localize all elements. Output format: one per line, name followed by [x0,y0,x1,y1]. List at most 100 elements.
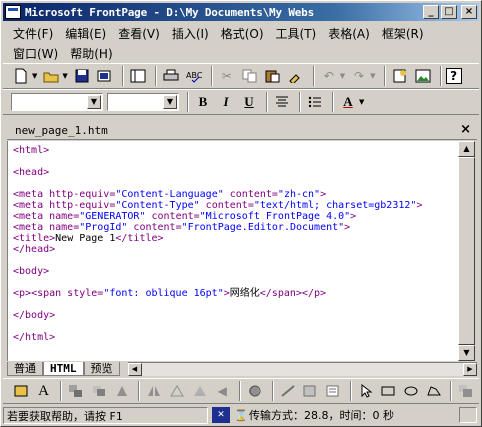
oval-icon[interactable] [401,381,421,401]
open-icon[interactable] [41,66,61,86]
close-document-icon[interactable]: × [460,122,471,137]
scroll-left-icon[interactable]: ◀ [127,363,142,376]
separator [332,92,334,112]
flip-icon[interactable] [144,381,164,401]
view-tabs: 普通 HTML 预览 ◀ ▶ [7,361,477,376]
status-transfer-text: 传输方式：28.8，时间：0 秒 [249,409,394,422]
style-combo[interactable]: ▼ [11,93,103,111]
rotate-icon[interactable] [112,381,132,401]
frontpage-app-icon[interactable] [5,5,21,19]
separator [439,66,442,86]
save-icon[interactable] [72,66,92,86]
wordart-icon[interactable]: A [34,381,54,401]
code-line: <html> [13,145,50,156]
scroll-up-icon[interactable]: ▲ [458,141,475,157]
menu-help[interactable]: 帮助(H) [64,45,118,62]
menu-row-1: 文件(F) 编辑(E) 查看(V) 插入(I) 格式(O) 工具(T) 表格(A… [7,23,477,43]
bold-button[interactable]: B [193,92,213,112]
new-dropdown-icon[interactable]: ▼ [32,72,37,80]
open-dropdown-icon[interactable]: ▼ [62,72,67,80]
tab-html[interactable]: HTML [43,362,84,376]
font-color-button[interactable]: A [338,92,358,112]
menu-edit[interactable]: 编辑(E) [59,25,112,42]
print-icon[interactable] [161,66,181,86]
separator [154,66,157,86]
new-icon[interactable] [11,66,31,86]
separator [60,381,63,401]
undo-dropdown-icon[interactable]: ▼ [340,72,345,80]
vertical-scrollbar[interactable]: ▲ ▼ [458,141,475,361]
underline-button[interactable]: U [239,92,259,112]
status-help-text: 若要获取帮助，请按 F1 [3,406,208,424]
title-bar[interactable]: Microsoft FrontPage - D:\My Documents\My… [3,3,479,21]
font-color-dropdown-icon[interactable]: ▼ [359,98,364,106]
line-icon[interactable] [278,381,298,401]
freeform-icon[interactable] [424,381,444,401]
font-combo[interactable]: ▼ [107,93,179,111]
arrow-left-icon[interactable]: ◀ [212,381,232,401]
close-button[interactable]: × [461,5,477,19]
menu-view[interactable]: 查看(V) [112,25,166,42]
separator [450,381,453,401]
menu-window[interactable]: 窗口(W) [7,45,64,62]
text-box-icon[interactable] [323,381,343,401]
chevron-down-icon[interactable]: ▼ [163,95,177,109]
rectangle-icon[interactable] [378,381,398,401]
format-painter-icon[interactable] [286,66,306,86]
draw-icon[interactable] [11,381,31,401]
cut-icon[interactable]: ✂ [217,66,237,86]
code-line: <head> [13,167,50,178]
insert-picture-icon[interactable] [413,66,433,86]
html-source[interactable]: <html> <head> <meta http-equiv="Content-… [8,141,462,347]
redo-dropdown-icon[interactable]: ▼ [370,72,375,80]
triangle-icon[interactable] [190,381,210,401]
document-tab-bar: new_page_1.htm × [7,122,477,140]
shadow-icon[interactable] [245,381,265,401]
help-icon[interactable]: ? [445,68,462,84]
scroll-thumb[interactable] [458,157,475,345]
fill-icon[interactable] [300,381,320,401]
minimize-button[interactable]: _ [423,5,439,19]
scroll-right-icon[interactable]: ▶ [463,363,477,376]
code-line: <meta http-equiv="Content-Type" content=… [13,200,423,211]
web-component-icon[interactable] [390,66,410,86]
maximize-button[interactable]: □ [441,5,457,19]
separator [121,66,124,86]
separator [299,92,301,112]
tab-preview[interactable]: 预览 [83,362,120,376]
paste-icon[interactable] [263,66,283,86]
copy-icon[interactable] [240,66,260,86]
bring-forward-icon[interactable] [456,381,476,401]
order-icon[interactable] [89,381,109,401]
menu-table[interactable]: 表格(A) [322,25,376,42]
folder-list-icon[interactable] [128,66,148,86]
formatting-toolbar: ▼ ▼ B I U A ▼ [3,89,479,115]
menu-format[interactable]: 格式(O) [215,25,270,42]
tab-normal[interactable]: 普通 [7,362,43,376]
publish-icon[interactable] [95,66,115,86]
separator [187,92,189,112]
center-align-icon[interactable] [272,92,292,112]
group-icon[interactable] [66,381,86,401]
menu-file[interactable]: 文件(F) [7,25,59,42]
html-editor[interactable]: <html> <head> <meta http-equiv="Content-… [7,141,462,361]
code-line: </body> [13,310,56,321]
select-icon[interactable] [356,381,376,401]
menu-tools[interactable]: 工具(T) [270,25,323,42]
horizontal-scrollbar[interactable]: ◀ ▶ [127,362,477,376]
menu-insert[interactable]: 插入(I) [166,25,215,42]
spelling-icon[interactable]: ABC [184,66,204,86]
align-icon[interactable] [167,381,187,401]
scroll-down-icon[interactable]: ▼ [458,345,475,361]
document-tab[interactable]: new_page_1.htm [15,124,108,137]
redo-icon[interactable]: ↷ [349,66,369,86]
italic-button[interactable]: I [216,92,236,112]
menu-frames[interactable]: 框架(R) [376,25,430,42]
chevron-down-icon[interactable]: ▼ [87,95,101,109]
code-line: <p><span style="font: oblique 16pt">网络化<… [13,288,327,299]
bullets-icon[interactable] [305,92,325,112]
undo-icon[interactable]: ↶ [319,66,339,86]
